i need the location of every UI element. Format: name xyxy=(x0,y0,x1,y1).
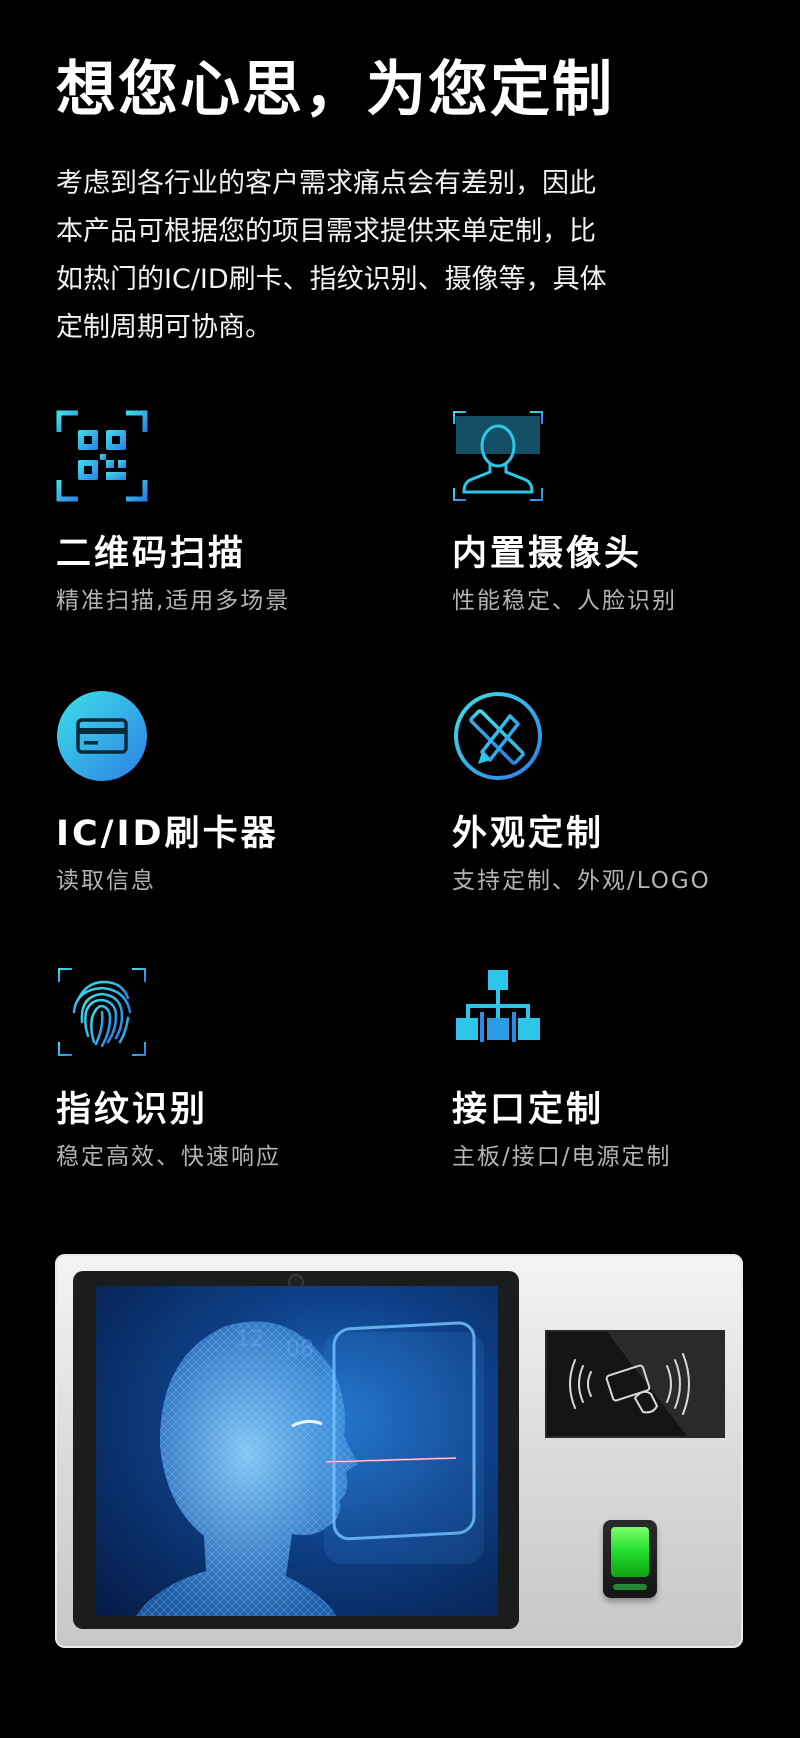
qr-code-scan-icon xyxy=(56,410,148,502)
screen-bezel: 12 08 xyxy=(73,1271,519,1629)
feature-desc: 读取信息 xyxy=(56,868,156,894)
feature-desc: 稳定高效、快速响应 xyxy=(56,1144,281,1170)
fingerprint-sensor-led xyxy=(613,1584,647,1590)
feature-desc: 精准扫描,适用多场景 xyxy=(56,588,291,614)
screen-number: 12 xyxy=(236,1327,264,1352)
intro-line: 如热门的IC/ID刷卡、指纹识别、摄像等，具体 xyxy=(56,264,607,295)
screen-number: 08 xyxy=(286,1337,314,1362)
feature-qr-scan: 二维码扫描 精准扫描,适用多场景 xyxy=(56,410,416,616)
feature-card-reader: IC/ID刷卡器 读取信息 xyxy=(56,690,416,896)
fingerprint-sensor xyxy=(603,1520,657,1598)
feature-camera: 内置摄像头 性能稳定、人脸识别 xyxy=(452,410,800,616)
feature-title: IC/ID刷卡器 xyxy=(56,814,279,854)
feature-appearance: 外观定制 支持定制、外观/LOGO xyxy=(452,690,800,896)
nfc-reader-panel xyxy=(545,1330,725,1438)
feature-desc: 支持定制、外观/LOGO xyxy=(452,868,711,894)
feature-title: 二维码扫描 xyxy=(56,534,247,574)
intro-line: 本产品可根据您的项目需求提供来单定制，比 xyxy=(56,216,596,247)
feature-title: 外观定制 xyxy=(452,814,605,854)
intro-line: 考虑到各行业的客户需求痛点会有差别，因此 xyxy=(56,168,596,199)
feature-desc: 主板/接口/电源定制 xyxy=(452,1144,672,1170)
intro-text: 考虑到各行业的客户需求痛点会有差别，因此 本产品可根据您的项目需求提供来单定制，… xyxy=(56,160,696,352)
feature-title: 接口定制 xyxy=(452,1090,605,1130)
feature-desc: 性能稳定、人脸识别 xyxy=(452,588,677,614)
fingerprint-icon xyxy=(56,966,148,1058)
feature-fingerprint: 指纹识别 稳定高效、快速响应 xyxy=(56,966,416,1172)
contactless-card-icon xyxy=(569,1332,723,1436)
id-card-icon xyxy=(56,690,148,782)
page-title: 想您心思，为您定制 xyxy=(56,55,614,125)
feature-title: 内置摄像头 xyxy=(452,534,643,574)
feature-title: 指纹识别 xyxy=(56,1090,209,1130)
intro-line: 定制周期可协商。 xyxy=(56,312,272,343)
face-camera-icon xyxy=(452,410,544,502)
design-pencil-ruler-icon xyxy=(452,690,544,782)
face-recognition-screen: 12 08 xyxy=(96,1286,498,1616)
interface-network-icon xyxy=(452,966,544,1058)
terminal-device-image: 12 08 xyxy=(55,1254,743,1648)
feature-interface: 接口定制 主板/接口/电源定制 xyxy=(452,966,800,1172)
fingerprint-sensor-glass xyxy=(611,1527,649,1577)
